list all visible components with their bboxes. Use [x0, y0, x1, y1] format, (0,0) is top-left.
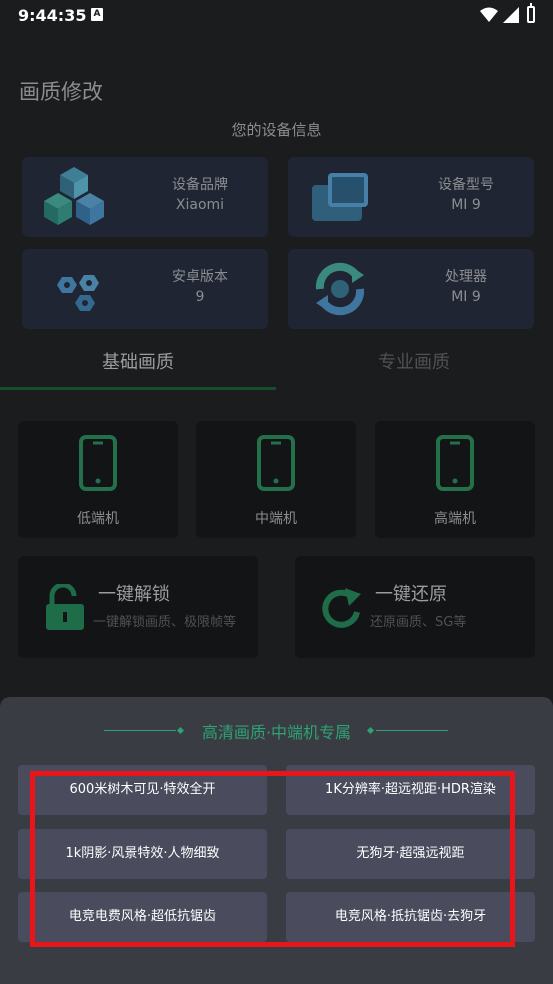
device-model-value: MI 9 [451, 197, 481, 213]
device-brand-card: 设备品牌 Xiaomi [22, 157, 268, 237]
tier-mid-end-card[interactable]: 中端机 [196, 421, 356, 538]
option-600m-trees[interactable]: 600米树木可见·特效全开 [18, 765, 267, 815]
option-1k-shadow[interactable]: 1k阴影·风景特效·人物细致 [18, 829, 267, 879]
one-key-restore-card[interactable]: 一键还原 还原画质、SG等 [295, 556, 535, 658]
device-info-subtitle: 您的设备信息 [231, 121, 322, 139]
processor-cycle-icon [315, 262, 365, 316]
option-esports-low-aa[interactable]: 电竞电费风格·超低抗锯齿 [18, 892, 267, 942]
tier-low-end-card[interactable]: 低端机 [18, 421, 178, 538]
device-brand-value: Xiaomi [175, 197, 225, 213]
one-key-restore-desc: 还原画质、SG等 [370, 615, 467, 630]
notification-a-icon: A [91, 8, 103, 21]
android-version-card: 安卓版本 9 [22, 249, 268, 329]
battery-icon [527, 3, 535, 23]
phone-icon [257, 435, 295, 491]
quality-options-sheet: 高清画质·中端机专属 600米树木可见·特效全开 1K分辨率·超远视距·HDR渲… [0, 697, 553, 984]
refresh-icon [322, 588, 361, 628]
option-esports-anti-alias[interactable]: 电竞风格·抵抗锯齿·去狗牙 [286, 892, 535, 942]
devices-icon [312, 173, 368, 221]
wifi-icon [480, 7, 498, 22]
unlock-icon [46, 584, 84, 630]
quality-tabs: 基础画质 专业画质 [0, 340, 553, 392]
sheet-title: 高清画质·中端机专属 [201, 723, 352, 742]
one-key-unlock-title: 一键解锁 [98, 584, 170, 605]
cubes-icon [44, 167, 104, 225]
sheet-header: 高清画质·中端机专属 [0, 719, 553, 743]
tier-mid-end-label: 中端机 [255, 511, 297, 527]
header-divider-right [376, 730, 448, 731]
android-version-label: 安卓版本 [172, 269, 228, 285]
status-time: 9:44:35 [18, 6, 87, 25]
page-title: 画质修改 [19, 80, 103, 104]
nuts-icon [57, 275, 99, 311]
tab-basic-quality[interactable]: 基础画质 [0, 348, 276, 374]
one-key-unlock-card[interactable]: 一键解锁 一键解锁画质、极限帧等 [18, 556, 258, 658]
option-1k-resolution[interactable]: 1K分辨率·超远视距·HDR渲染 [286, 765, 535, 815]
device-model-label: 设备型号 [438, 177, 494, 193]
processor-label: 处理器 [445, 269, 487, 285]
device-brand-label: 设备品牌 [172, 177, 228, 193]
tier-high-end-card[interactable]: 高端机 [375, 421, 535, 538]
tier-low-end-label: 低端机 [77, 511, 119, 527]
status-bar: 9:44:35 A [0, 0, 553, 32]
one-key-unlock-desc: 一键解锁画质、极限帧等 [93, 615, 237, 630]
tier-high-end-label: 高端机 [434, 511, 476, 527]
option-no-jaggies[interactable]: 无狗牙·超强远视距 [286, 829, 535, 879]
one-key-restore-title: 一键还原 [375, 584, 447, 605]
device-model-card: 设备型号 MI 9 [288, 157, 534, 237]
tab-indicator [0, 387, 276, 390]
processor-card: 处理器 MI 9 [288, 249, 534, 329]
tab-pro-quality[interactable]: 专业画质 [276, 348, 552, 374]
processor-value: MI 9 [451, 289, 481, 305]
android-version-value: 9 [195, 289, 205, 305]
phone-icon [436, 435, 474, 491]
phone-icon [79, 435, 117, 491]
signal-icon [503, 7, 519, 23]
